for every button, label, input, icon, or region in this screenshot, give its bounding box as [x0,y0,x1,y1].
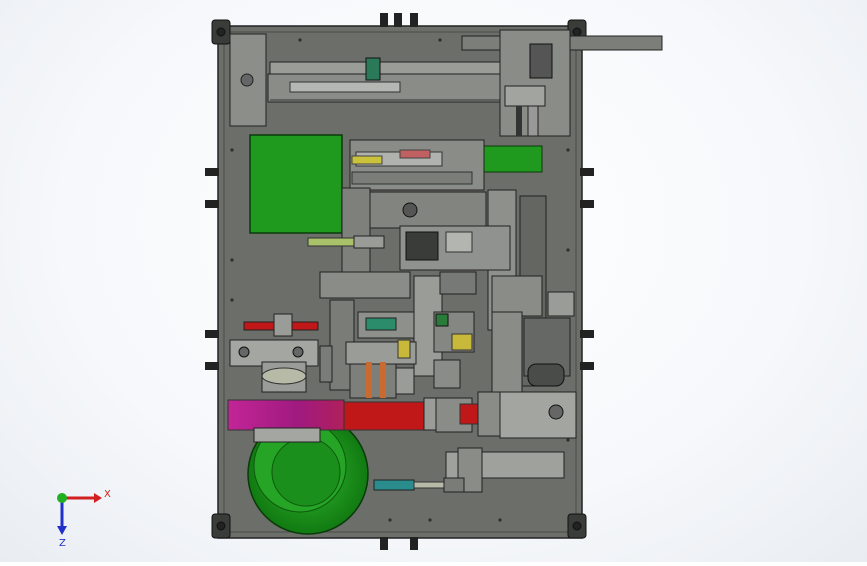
green-block-top [483,145,543,173]
assembly-model[interactable] [0,0,867,562]
cad-3d-viewport[interactable]: X Z [0,0,867,562]
z-axis-arrowhead [57,526,67,535]
green-enclosure [249,134,343,234]
top-linear-slide [267,57,501,103]
x-axis-arrowhead [94,493,102,503]
x-axis-label: X [104,489,111,500]
z-axis-label: Z [59,538,66,549]
y-axis-origin [57,493,67,503]
axis-triad: X Z [50,480,120,550]
pneumatic-cylinder-upper [307,235,385,249]
middle-mechanisms [319,271,575,399]
